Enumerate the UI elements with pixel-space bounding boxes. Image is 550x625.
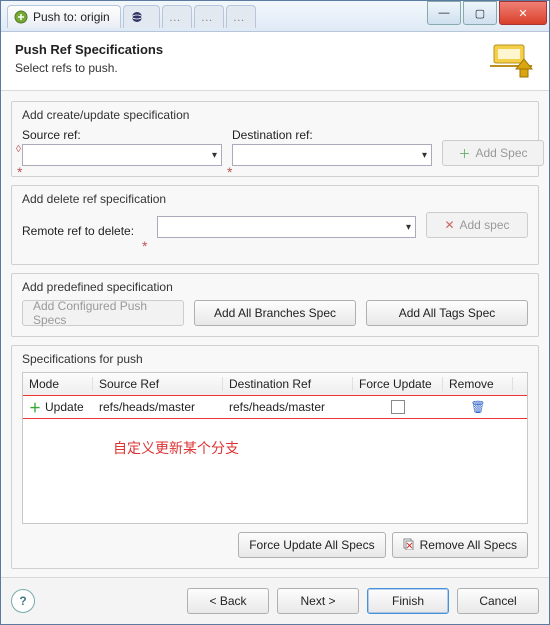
back-label: < Back: [209, 594, 246, 608]
force-all-label: Force Update All Specs: [249, 538, 374, 552]
col-dest[interactable]: Destination Ref: [223, 377, 353, 391]
specs-table-header: Mode Source Ref Destination Ref Force Up…: [23, 373, 527, 396]
remote-ref-label: Remote ref to delete:: [22, 224, 147, 238]
titlebar-tab-active[interactable]: Push to: origin: [7, 5, 121, 28]
col-force[interactable]: Force Update: [353, 377, 443, 391]
required-marker-icon: ◊: [16, 144, 24, 156]
dest-ref-combo[interactable]: ▾: [232, 144, 432, 166]
remove-all-label: Remove All Specs: [420, 538, 517, 552]
col-source[interactable]: Source Ref: [93, 377, 223, 391]
asterisk-icon: *: [142, 238, 147, 254]
cancel-label: Cancel: [479, 594, 516, 608]
group-create-update: Add create/update specification Source r…: [11, 101, 539, 177]
chevron-down-icon: ▾: [422, 150, 427, 161]
next-button[interactable]: Next >: [277, 588, 359, 614]
titlebar-tab-bg-2[interactable]: …: [162, 5, 192, 28]
titlebar-tab-bg-1[interactable]: [123, 5, 160, 28]
group-specs-label: Specifications for push: [22, 352, 528, 366]
finish-label: Finish: [392, 594, 424, 608]
group-create-update-label: Add create/update specification: [22, 108, 528, 122]
x-icon: ✕: [444, 218, 454, 232]
add-configured-label: Add Configured Push Specs: [33, 299, 173, 327]
col-remove[interactable]: Remove: [443, 377, 513, 391]
next-label: Next >: [300, 594, 335, 608]
asterisk-icon: *: [17, 164, 25, 176]
annotation-text: 自定义更新某个分支: [23, 418, 527, 458]
specs-table: Mode Source Ref Destination Ref Force Up…: [22, 372, 528, 524]
plus-icon: ＋: [29, 399, 41, 416]
eclipse-icon: [130, 10, 144, 24]
page-subtitle: Select refs to push.: [15, 61, 487, 75]
titlebar-tab-bg-4[interactable]: …: [226, 5, 256, 28]
add-delete-spec-label: Add spec: [460, 218, 510, 232]
chevron-down-icon: ▾: [212, 150, 217, 161]
titlebar: Push to: origin … … … — ▢ ✕: [1, 1, 549, 32]
add-all-tags-label: Add All Tags Spec: [399, 306, 496, 320]
dest-ref-label: Destination ref:: [232, 128, 432, 142]
add-spec-button[interactable]: ＋ Add Spec: [442, 140, 544, 166]
col-mode[interactable]: Mode: [23, 377, 93, 391]
force-update-all-specs-button[interactable]: Force Update All Specs: [238, 532, 385, 558]
dialog-header: Push Ref Specifications Select refs to p…: [1, 32, 549, 91]
back-button[interactable]: < Back: [187, 588, 269, 614]
titlebar-tab-bg-3[interactable]: …: [194, 5, 224, 28]
chevron-down-icon: ▾: [406, 222, 411, 233]
dialog-window: Push to: origin … … … — ▢ ✕ Push Ref Spe…: [0, 0, 550, 625]
row-mode: Update: [45, 400, 84, 414]
push-repo-icon: [487, 42, 535, 82]
add-configured-push-specs-button[interactable]: Add Configured Push Specs: [22, 300, 184, 326]
help-icon: ?: [19, 594, 26, 608]
page-title: Push Ref Specifications: [15, 42, 487, 57]
plus-icon: ＋: [458, 145, 470, 162]
row-source: refs/heads/master: [93, 400, 223, 414]
finish-button[interactable]: Finish: [367, 588, 449, 614]
maximize-button[interactable]: ▢: [463, 1, 497, 25]
row-dest: refs/heads/master: [223, 400, 353, 414]
trash-icon[interactable]: 🗑: [470, 400, 485, 414]
group-predefined: Add predefined specification Add Configu…: [11, 273, 539, 337]
add-all-branches-label: Add All Branches Spec: [214, 306, 336, 320]
source-ref-label: Source ref:: [22, 128, 222, 142]
add-delete-spec-button[interactable]: ✕ Add spec: [426, 212, 528, 238]
help-button[interactable]: ?: [11, 589, 35, 613]
close-button[interactable]: ✕: [499, 1, 547, 25]
app-icon: [14, 10, 28, 24]
dialog-footer: ? < Back Next > Finish Cancel: [1, 577, 549, 624]
dialog-body: Add create/update specification Source r…: [1, 91, 549, 577]
remove-all-icon: [403, 538, 415, 553]
group-specs-for-push: Specifications for push Mode Source Ref …: [11, 345, 539, 569]
remote-ref-combo[interactable]: ▾: [157, 216, 416, 238]
table-row[interactable]: ＋ Update refs/heads/master refs/heads/ma…: [22, 395, 528, 419]
minimize-icon: —: [439, 7, 450, 19]
add-spec-label: Add Spec: [475, 146, 527, 160]
add-all-branches-spec-button[interactable]: Add All Branches Spec: [194, 300, 356, 326]
remove-all-specs-button[interactable]: Remove All Specs: [392, 532, 528, 558]
close-icon: ✕: [518, 7, 527, 20]
group-delete-label: Add delete ref specification: [22, 192, 528, 206]
force-update-checkbox[interactable]: [391, 400, 405, 414]
window-controls: — ▢ ✕: [427, 1, 549, 31]
group-predefined-label: Add predefined specification: [22, 280, 528, 294]
asterisk-icon: *: [227, 164, 235, 176]
add-all-tags-spec-button[interactable]: Add All Tags Spec: [366, 300, 528, 326]
maximize-icon: ▢: [475, 7, 485, 20]
window-title: Push to: origin: [33, 10, 110, 24]
minimize-button[interactable]: —: [427, 1, 461, 25]
group-delete: Add delete ref specification Remote ref …: [11, 185, 539, 265]
cancel-button[interactable]: Cancel: [457, 588, 539, 614]
source-ref-combo[interactable]: ▾: [22, 144, 222, 166]
